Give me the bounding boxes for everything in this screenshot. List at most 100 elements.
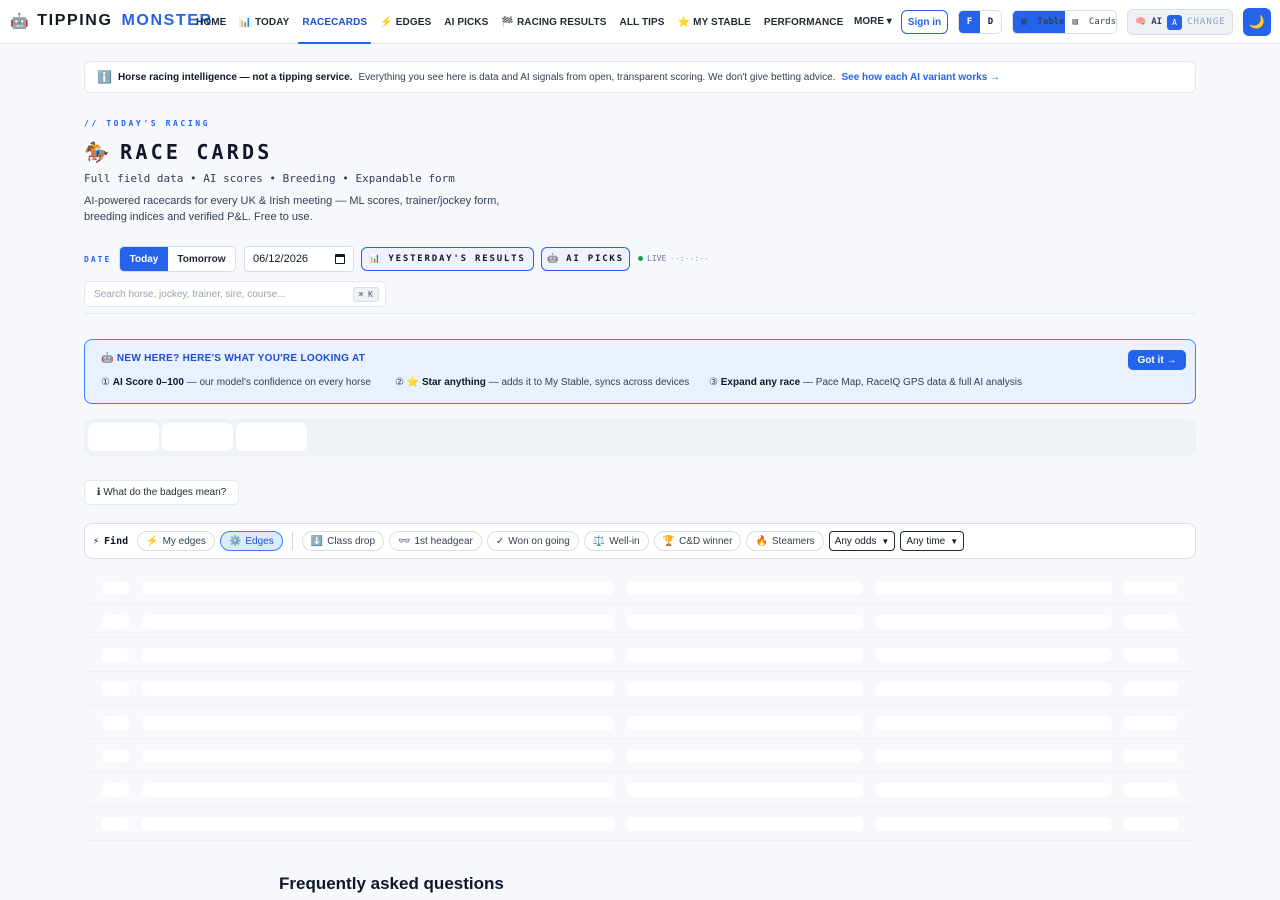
theme-toggle-button[interactable]: 🌙: [1243, 8, 1271, 36]
ai-variant-chip[interactable]: 🧠 AI A CHANGE: [1127, 9, 1233, 35]
filter-divider: [291, 532, 293, 550]
skeleton-row: [84, 605, 1196, 639]
skeleton-cell: [142, 816, 614, 831]
skeleton-cell: [876, 715, 1112, 730]
nav-link-racing-results[interactable]: 🏁 RACING RESULTS: [497, 11, 610, 33]
filter-pill-icon: ⚡: [146, 535, 159, 547]
odds-fractional-button[interactable]: F: [959, 11, 980, 33]
nav-link-home[interactable]: HOME: [192, 11, 230, 33]
nav-link-performance[interactable]: PERFORMANCE: [760, 11, 847, 33]
table-view-button[interactable]: ▦ Table: [1013, 11, 1065, 33]
more-menu[interactable]: MORE ▾: [854, 16, 892, 27]
skeleton-cell: [1124, 648, 1178, 663]
yesterdays-results-button[interactable]: 📊 YESTERDAY'S RESULTS: [361, 247, 534, 271]
filter-pill-icon: ⚙️: [228, 535, 242, 547]
filter-pill-icon: ⬇️: [310, 535, 324, 547]
page-subtitle: Full field data • AI scores • Breeding •…: [84, 172, 455, 185]
date-picker[interactable]: 06/12/2026: [244, 246, 354, 272]
skeleton-cell: [627, 749, 863, 764]
nav-links: HOME 📊 TODAY RACECARDS ⚡ EDGES AI PICKS 🏁 RACING…: [192, 0, 852, 44]
ai-change-label: CHANGE: [1187, 17, 1226, 27]
tip-bold: Star anything: [421, 377, 486, 388]
filter-pill-c-d-winner[interactable]: 🏆 C&D winner: [653, 531, 742, 551]
nav-link-icon: 📊: [239, 16, 252, 28]
filter-pill-label: C&D winner: [679, 535, 733, 547]
search-input[interactable]: Search horse, jockey, trainer, sire, cou…: [84, 281, 386, 307]
nav-link-label: RACING RESULTS: [516, 16, 607, 28]
tomorrow-button[interactable]: Tomorrow: [168, 247, 235, 271]
welcome-title: 🤖 NEW HERE? HERE'S WHAT YOU'RE LOOKING A…: [101, 353, 366, 364]
filter-pill-label: My edges: [162, 535, 206, 547]
live-clock: --:--:--: [670, 254, 709, 263]
view-toggle: ▦ Table ▤ Cards: [1012, 10, 1117, 34]
cards-icon: ▤: [1072, 17, 1078, 27]
filter-pill-class-drop[interactable]: ⬇️ Class drop: [301, 531, 385, 551]
skeleton-cell: [102, 648, 129, 663]
tip-text: — adds it to My Stable, syncs across dev…: [488, 377, 690, 388]
today-button[interactable]: Today: [120, 247, 168, 271]
filter-pill-1st-headgear[interactable]: 👓 1st headgear: [389, 531, 482, 551]
skeleton-cell: [1124, 816, 1178, 831]
nav-link-icon: ⚡: [380, 16, 393, 28]
ai-variant-badge: A: [1167, 14, 1183, 30]
odds-select[interactable]: Any odds ▼: [828, 531, 896, 551]
page-kicker: // TODAY'S RACING: [84, 119, 211, 128]
tip-text: — our model's confidence on every horse: [186, 377, 371, 388]
ai-picks-button[interactable]: 🤖 AI PICKS: [541, 247, 630, 271]
nav-link-label: TODAY: [254, 16, 290, 28]
skeleton-cell: [1124, 749, 1178, 764]
skeleton-cell: [627, 715, 863, 730]
skeleton-cell: [876, 816, 1112, 831]
nav-link-ai-picks[interactable]: AI PICKS: [440, 11, 492, 33]
nav-link-edges[interactable]: ⚡ EDGES: [376, 11, 435, 33]
skeleton-cell: [876, 614, 1112, 629]
page-title: 🏇 RACE CARDS: [84, 140, 273, 164]
skeleton-row: [84, 571, 1196, 605]
welcome-panel: 🤖 NEW HERE? HERE'S WHAT YOU'RE LOOKING A…: [84, 339, 1196, 404]
skeleton-cell: [1124, 715, 1178, 730]
welcome-tip-ai-score: ① AI Score 0–100 — our model's confidenc…: [101, 377, 371, 388]
info-icon: ℹ️: [97, 70, 112, 84]
divider: [84, 313, 1196, 314]
horse-racing-icon: 🏇: [84, 140, 113, 164]
time-select[interactable]: Any time ▼: [900, 531, 965, 551]
cards-view-label: Cards: [1088, 17, 1116, 27]
filter-pill-label: Won on going: [508, 535, 570, 547]
filter-pill-label: Well-in: [609, 535, 640, 547]
signin-button[interactable]: Sign in: [901, 10, 948, 34]
calendar-icon[interactable]: [335, 254, 345, 264]
disclaimer-notice: ℹ️ Horse racing intelligence — not a tip…: [84, 61, 1196, 93]
skeleton-cell: [102, 816, 129, 831]
notice-bold: Horse racing intelligence — not a tippin…: [117, 71, 353, 83]
filter-pill-edges[interactable]: ⚙️ Edges: [219, 531, 283, 551]
tip-bold: AI Score 0–100: [112, 377, 184, 388]
chart-icon: 📊: [369, 254, 383, 264]
tab-placeholder: [88, 423, 159, 451]
cards-view-button[interactable]: ▤ Cards: [1065, 11, 1116, 33]
nav-link-label: RACECARDS: [302, 16, 368, 28]
badges-help-button[interactable]: ℹ What do the badges mean?: [84, 480, 239, 505]
nav-link-my-stable[interactable]: ⭐ MY STABLE: [674, 11, 755, 33]
nav-link-all-tips[interactable]: ALL TIPS: [616, 11, 669, 33]
skeleton-cell: [876, 783, 1112, 798]
keyboard-shortcut-hint: ⌘ K: [352, 287, 379, 302]
tip-number: ② ⭐: [395, 377, 420, 388]
odds-decimal-button[interactable]: D: [980, 11, 1001, 33]
logo[interactable]: 🤖 TIPPING MONSTER: [10, 12, 213, 30]
welcome-tip-expand: ③ Expand any race — Pace Map, RaceIQ GPS…: [709, 377, 1022, 388]
filter-pill-my-edges[interactable]: ⚡ My edges: [137, 531, 215, 551]
ai-variant-link[interactable]: See how each AI variant works →: [841, 72, 1000, 83]
nav-link-racecards[interactable]: RACECARDS: [298, 11, 371, 44]
tip-number: ①: [101, 377, 110, 388]
filter-pill-won-on-going[interactable]: ✓ Won on going: [486, 531, 579, 551]
nav-link-icon: 🏁: [501, 16, 514, 28]
yesterdays-results-label: YESTERDAY'S RESULTS: [388, 254, 526, 264]
nav-link-today[interactable]: 📊 TODAY: [235, 11, 293, 33]
notice-text: Everything you see here is data and AI s…: [358, 71, 836, 83]
live-label: LIVE: [647, 254, 667, 263]
got-it-button[interactable]: Got it →: [1128, 350, 1186, 370]
filter-pill-well-in[interactable]: ⚖️ Well-in: [583, 531, 649, 551]
welcome-tip-star: ② ⭐ Star anything — adds it to My Stable…: [395, 377, 689, 388]
filter-pill-steamers[interactable]: 🔥 Steamers: [746, 531, 824, 551]
find-label: ⚡ Find: [93, 536, 128, 547]
